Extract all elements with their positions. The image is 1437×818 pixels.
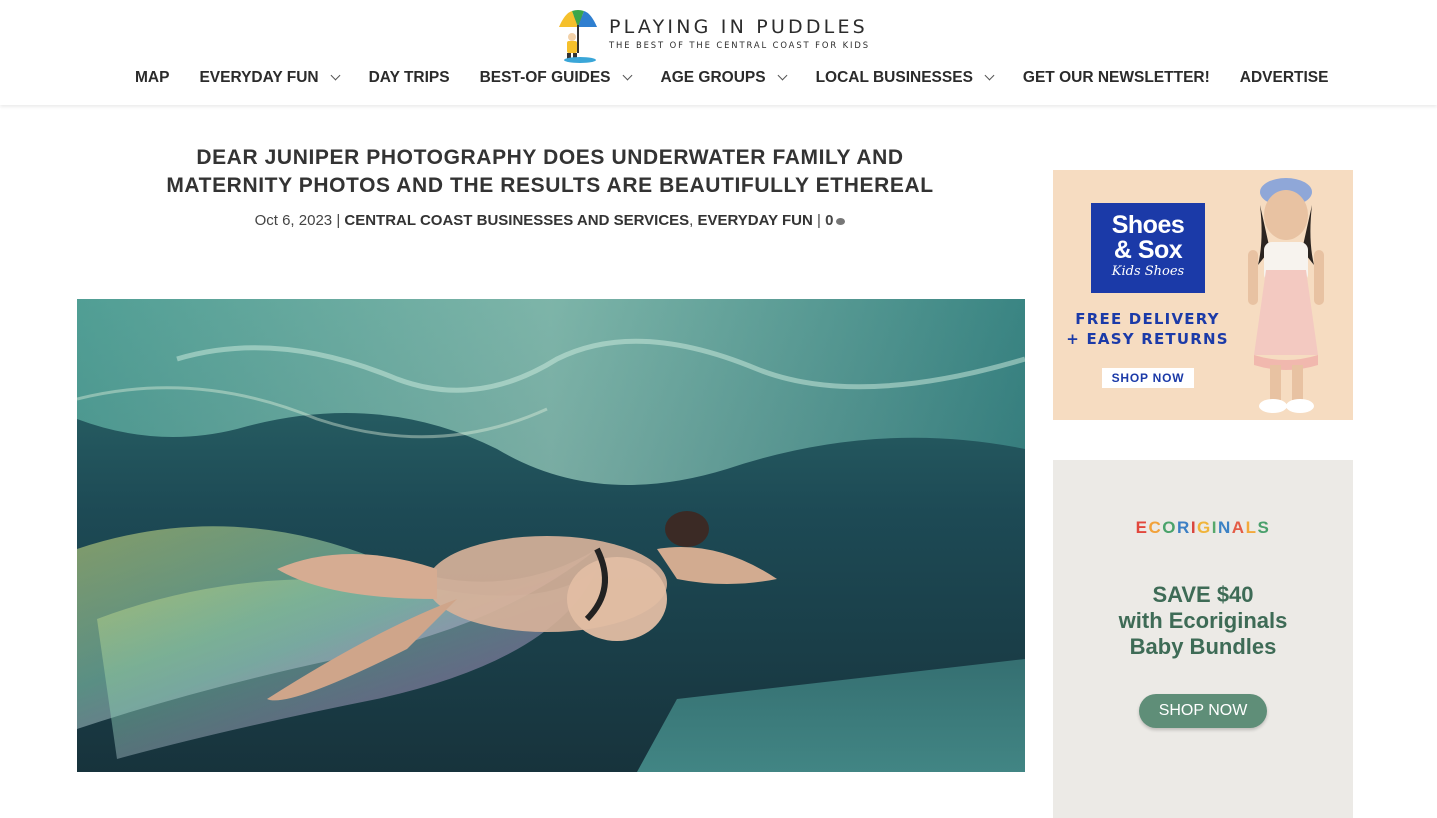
ad-text-with-ecoriginals: with Ecoriginals [1118, 608, 1288, 633]
logo-letter: L [1245, 518, 1258, 537]
chevron-down-icon [984, 70, 995, 81]
site-header: PLAYING IN PUDDLES THE BEST OF THE CENTR… [0, 0, 1437, 105]
featured-image-underwater-maternity [77, 299, 1025, 772]
chevron-down-icon [777, 70, 788, 81]
ad-brand-line: & Sox [1113, 236, 1183, 264]
nav-label: AGE GROUPS [660, 69, 766, 86]
site-logo[interactable]: PLAYING IN PUDDLES THE BEST OF THE CENTR… [555, 6, 880, 63]
nav-label: EVERYDAY FUN [199, 69, 319, 86]
nav-label: ADVERTISE [1239, 69, 1329, 86]
logo-letter: S [1257, 518, 1271, 537]
child-model-image [1218, 170, 1353, 420]
nav-item-day-trips[interactable]: DAY TRIPS [369, 69, 450, 87]
chevron-down-icon [330, 70, 341, 81]
shoes-sox-logo: Shoes & Sox Kids Shoes [1091, 203, 1205, 293]
site-tagline: THE BEST OF THE CENTRAL COAST FOR KIDS [609, 40, 870, 50]
logo-letter: G [1197, 518, 1212, 537]
nav-label: GET OUR NEWSLETTER! [1022, 69, 1210, 86]
ad-text-save: SAVE $40 [1152, 582, 1254, 607]
ad-brand-line: Kids Shoes [1111, 264, 1185, 279]
ad-shop-now-button[interactable]: SHOP NOW [1139, 694, 1267, 728]
comment-count: 0 [825, 212, 834, 229]
meta-separator: | [817, 212, 821, 229]
nav-item-best-of-guides[interactable]: BEST-OF GUIDES [479, 69, 632, 87]
ad-copy: SAVE $40 with Ecoriginals Baby Bundles [1053, 582, 1353, 660]
nav-label: MAP [135, 69, 170, 86]
nav-item-map[interactable]: MAP [135, 69, 169, 87]
umbrella-logo-icon [555, 7, 601, 63]
category-separator: , [689, 212, 694, 229]
ad-shop-now-button[interactable]: SHOP NOW [1102, 368, 1194, 388]
logo-letter: O [1162, 518, 1178, 537]
ad-shoes-and-sox[interactable]: Shoes & Sox Kids Shoes FREE DELIVERY + E… [1053, 170, 1353, 420]
post-meta: Oct 6, 2023 | CENTRAL COAST BUSINESSES A… [150, 212, 950, 229]
meta-separator: | [336, 212, 341, 229]
ad-text-baby-bundles: Baby Bundles [1129, 634, 1277, 659]
nav-item-newsletter[interactable]: GET OUR NEWSLETTER! [1023, 69, 1210, 87]
nav-label: LOCAL BUSINESSES [815, 69, 973, 86]
ad-ecoriginals[interactable]: ECORIGINALS SAVE $40 with Ecoriginals Ba… [1053, 460, 1353, 818]
ad-text-easy-returns: + EASY RETURNS [1066, 330, 1229, 348]
nav-item-age-groups[interactable]: AGE GROUPS [660, 69, 788, 87]
nav-item-local-businesses[interactable]: LOCAL BUSINESSES [815, 69, 995, 87]
nav-item-everyday-fun[interactable]: EVERYDAY FUN [199, 69, 341, 87]
logo-letter: R [1177, 518, 1191, 537]
nav-label: DAY TRIPS [368, 69, 450, 86]
main-nav: MAP EVERYDAY FUN DAY TRIPS BEST-OF GUIDE… [135, 66, 1328, 90]
logo-letter: E [1135, 518, 1149, 537]
logo-letter: C [1148, 518, 1163, 537]
ecoriginals-logo: ECORIGINALS [1053, 518, 1353, 538]
ad-text-free-delivery: FREE DELIVERY [1075, 310, 1220, 328]
post-title: DEAR JUNIPER PHOTOGRAPHY DOES UNDERWATER… [166, 146, 934, 197]
site-title: PLAYING IN PUDDLES [609, 16, 868, 38]
logo-letter: A [1231, 518, 1246, 537]
comment-bubble-icon [836, 218, 846, 225]
post-date: Oct 6, 2023 [254, 212, 333, 229]
logo-letter: N [1218, 518, 1232, 537]
category-link-central-coast[interactable]: CENTRAL COAST BUSINESSES AND SERVICES [344, 212, 689, 229]
category-link-everyday-fun[interactable]: EVERYDAY FUN [698, 212, 813, 229]
comments-link[interactable]: 0 [825, 212, 846, 229]
ad-brand-line: Shoes [1111, 211, 1185, 239]
nav-item-advertise[interactable]: ADVERTISE [1240, 69, 1329, 87]
nav-label: BEST-OF GUIDES [479, 69, 611, 86]
chevron-down-icon [622, 70, 632, 81]
